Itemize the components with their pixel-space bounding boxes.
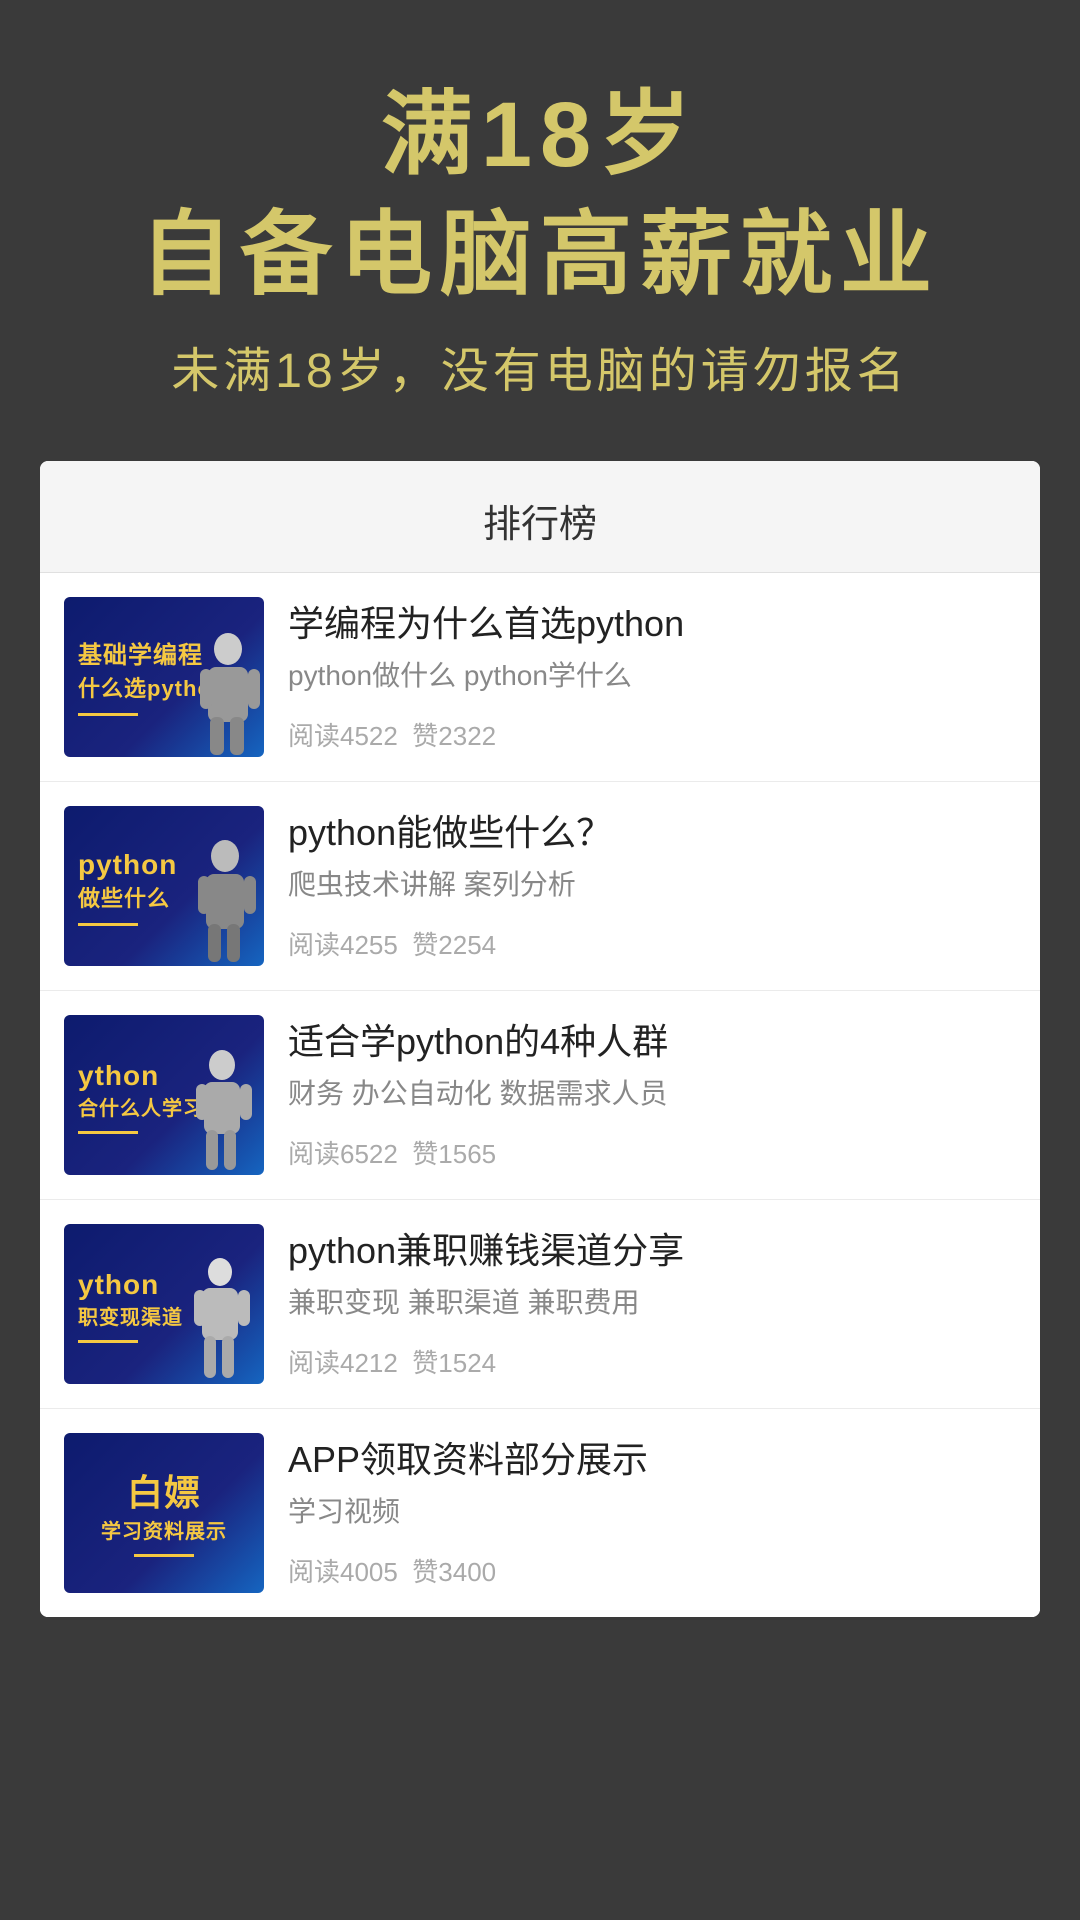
item-tags-3: 财务 办公自动化 数据需求人员 [288,1074,1016,1113]
item-content-3: 适合学python的4种人群 财务 办公自动化 数据需求人员 阅读6522 赞1… [288,1015,1016,1175]
item-thumbnail-5: 白嫖 学习资料展示 [64,1433,264,1593]
item-stats-2: 阅读4255 赞2254 [288,925,1016,962]
ranking-list: 基础学编程 什么选python 学编程为什么首选python [40,573,1040,1617]
item-thumbnail-4: ython 职变现渠道 [64,1224,264,1384]
item-title-3: 适合学python的4种人群 [288,1019,1016,1066]
hero-subtitle: 未满18岁，没有电脑的请勿报名 [40,331,1040,401]
item-thumbnail-1: 基础学编程 什么选python [64,597,264,757]
item-tags-2: 爬虫技术讲解 案列分析 [288,865,1016,904]
item-thumbnail-3: ython 合什么人学习 [64,1015,264,1175]
item-stats-4: 阅读4212 赞1524 [288,1343,1016,1380]
list-item[interactable]: ython 职变现渠道 python兼职赚钱渠道分享 兼职变现 兼职渠道 兼职费 [40,1200,1040,1409]
item-tags-4: 兼职变现 兼职渠道 兼职费用 [288,1283,1016,1322]
item-content-2: python能做些什么？ 爬虫技术讲解 案列分析 阅读4255 赞2254 [288,806,1016,966]
item-content-4: python兼职赚钱渠道分享 兼职变现 兼职渠道 兼职费用 阅读4212 赞15… [288,1224,1016,1384]
list-item[interactable]: 白嫖 学习资料展示 APP领取资料部分展示 学习视频 阅读4005 赞3400 [40,1409,1040,1617]
item-title-5: APP领取资料部分展示 [288,1437,1016,1484]
hero-title-line2: 自备电脑高薪就业 [40,200,1040,310]
ranking-header: 排行榜 [40,461,1040,573]
item-content-5: APP领取资料部分展示 学习视频 阅读4005 赞3400 [288,1433,1016,1593]
item-stats-3: 阅读6522 赞1565 [288,1134,1016,1171]
item-thumbnail-2: python 做些什么 [64,806,264,966]
item-tags-5: 学习视频 [288,1492,1016,1531]
item-title-4: python兼职赚钱渠道分享 [288,1228,1016,1275]
item-tags-1: python做什么 python学什么 [288,656,1016,695]
list-item[interactable]: python 做些什么 python能做些什么？ 爬虫技术讲解 案列分析 [40,782,1040,991]
item-title-2: python能做些什么？ [288,810,1016,857]
list-item[interactable]: ython 合什么人学习 适合学python的4种人群 财务 办公自动化 数据需 [40,991,1040,1200]
list-item[interactable]: 基础学编程 什么选python 学编程为什么首选python [40,573,1040,782]
hero-title-line1: 满18岁 [40,80,1040,190]
item-stats-1: 阅读4522 赞2322 [288,716,1016,753]
item-title-1: 学编程为什么首选python [288,601,1016,648]
item-content-1: 学编程为什么首选python python做什么 python学什么 阅读452… [288,597,1016,757]
hero-section: 满18岁 自备电脑高薪就业 未满18岁，没有电脑的请勿报名 [0,0,1080,461]
ranking-container: 排行榜 基础学编程 什么选python [40,461,1040,1617]
item-stats-5: 阅读4005 赞3400 [288,1552,1016,1589]
